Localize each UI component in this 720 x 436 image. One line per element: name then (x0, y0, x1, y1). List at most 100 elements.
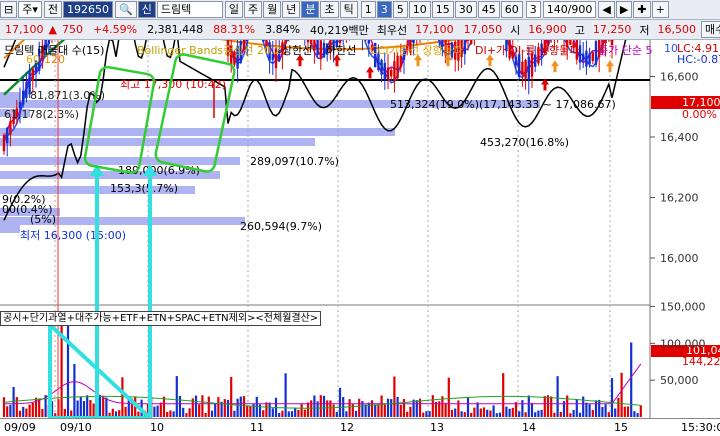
volume-bar (416, 400, 418, 417)
volume-bar (77, 400, 79, 417)
volume-bar (384, 404, 386, 417)
volume-bar (409, 407, 411, 417)
volume-bar (518, 411, 520, 417)
volume-bar (128, 400, 130, 417)
period-button-4[interactable]: 분 (301, 1, 319, 18)
nav-button-3[interactable]: + (652, 1, 669, 18)
high-annotation: 최고 17,300 (10:42) (120, 78, 226, 91)
candle-body (384, 63, 386, 79)
volume-bar (19, 411, 21, 417)
volume-bar (592, 410, 594, 417)
candle-body (390, 70, 392, 76)
interval-button-5[interactable]: 30 (455, 1, 477, 18)
vol-tick-label: 100,000 (660, 337, 706, 350)
volume-bar (473, 408, 475, 417)
prev-button[interactable]: 전 (44, 1, 62, 18)
volume-bar (326, 400, 328, 417)
volume-bar (422, 413, 424, 417)
stock-code-input[interactable]: 192650 (63, 1, 113, 18)
high-label: 고 (572, 22, 588, 38)
volume-bar (243, 396, 245, 417)
volume-bar (467, 397, 469, 417)
price-chart[interactable]: 81,871(3.0%)61,178(2.3%)513,324(19.0%)(1… (0, 40, 720, 418)
volume-bar (480, 409, 482, 417)
volume-bar (400, 405, 402, 417)
interval-button-6[interactable]: 45 (478, 1, 500, 18)
volume-bar (3, 397, 5, 417)
nav-button-1[interactable]: ▶ (616, 1, 632, 18)
volume-bar (630, 343, 632, 417)
volume-bar (153, 407, 155, 417)
volume-bar (333, 405, 335, 417)
chart-type-icon[interactable]: ⊟ (0, 1, 17, 18)
x-label-5: 13 (430, 421, 444, 434)
interval-button-3[interactable]: 10 (409, 1, 431, 18)
volume-profile-label-2: 61,178(2.3%) (4, 108, 79, 121)
period-button-6[interactable]: 틱 (340, 1, 358, 18)
period-button-1[interactable]: 주 (244, 1, 262, 18)
nav-button-0[interactable]: ◀ (598, 1, 614, 18)
legend-di[interactable]: DI+가 DI-를 상향돌파 (475, 42, 579, 58)
interval-button-7[interactable]: 60 (501, 1, 523, 18)
subchart-filter-label[interactable]: 공시+단기과열+대주가능+ETF+ETN+SPAC+ETN제외><전체월결산> (0, 311, 321, 326)
legend-cci[interactable]: CCI기준선 상향돌파 (370, 42, 463, 58)
volume-bar (9, 405, 11, 417)
volume-bar (483, 407, 485, 417)
volume-bar (262, 410, 264, 417)
open-label: 시 (507, 22, 523, 38)
volume-ratio: 88.31% (208, 23, 260, 36)
volume-bar (13, 387, 15, 417)
quote-bar: 17,100 ▲ 750 +4.59% 2,381,448 88.31% 3.8… (0, 20, 720, 40)
legend-upper[interactable]: 상한선 (282, 42, 312, 58)
candle-body (9, 121, 11, 135)
volume-bar (198, 404, 200, 417)
volume-bar (633, 411, 635, 417)
volume-profile-label-4: 453,270(16.8%) (480, 136, 569, 149)
volume-bar (16, 397, 18, 417)
interval-button-0[interactable]: 1 (361, 1, 376, 18)
volume-bar (387, 399, 389, 417)
volume-bar (224, 399, 226, 417)
legend-bollinger[interactable]: Bollinger Bands중심선 20.2 (137, 42, 282, 58)
volume-bar (621, 373, 623, 417)
volume-bar (86, 395, 88, 417)
candle-body (387, 67, 389, 79)
interval-button-4[interactable]: 15 (432, 1, 454, 18)
y-tick-label: 16,200 (660, 192, 699, 205)
interval-button-1[interactable]: 3 (377, 1, 392, 18)
volume-bar (406, 412, 408, 417)
volume-bar (374, 404, 376, 417)
period-button-2[interactable]: 월 (263, 1, 281, 18)
range-display[interactable]: 140/900 (543, 1, 597, 18)
search-icon[interactable]: 🔍 (115, 1, 137, 18)
x-label-7: 15 (614, 421, 628, 434)
interval-button-2[interactable]: 5 (393, 1, 408, 18)
volume-bar (179, 396, 181, 417)
volume-profile-label-1: 81,871(3.0%) (30, 89, 105, 102)
legend-ma60[interactable]: 60 (26, 53, 40, 66)
volume-bar (205, 413, 207, 417)
legend-sma2[interactable]: 10 (664, 42, 678, 55)
volume-bar (368, 403, 370, 417)
indicator-legend: 드림텍 매물대 수(15) Bollinger Bands중심선 20.2 상한… (0, 41, 720, 65)
period-button-3[interactable]: 년 (282, 1, 300, 18)
volume-bar (585, 403, 587, 417)
nav-button-2[interactable]: ✚ (633, 1, 650, 18)
volume-bar (291, 411, 293, 417)
volume-bar (320, 395, 322, 417)
candle-body (25, 82, 27, 98)
legend-sma[interactable]: 종가 단순 5 (598, 42, 652, 58)
interval-input[interactable]: 3 (526, 1, 541, 18)
volume-bar (288, 411, 290, 417)
period-button-5[interactable]: 초 (320, 1, 338, 18)
legend-ma120[interactable]: 120 (44, 53, 65, 66)
buy-button[interactable]: 매수 (701, 21, 720, 38)
period-button-0[interactable]: 일 (225, 1, 243, 18)
volume-bar (169, 410, 171, 417)
legend-lower[interactable]: 하한선 (326, 42, 356, 58)
volume-bar (214, 404, 216, 417)
volume-bar (233, 411, 235, 417)
chart-type-select[interactable]: 주▾ (18, 1, 42, 18)
volume-bar (534, 412, 536, 417)
volume: 2,381,448 (142, 23, 208, 36)
